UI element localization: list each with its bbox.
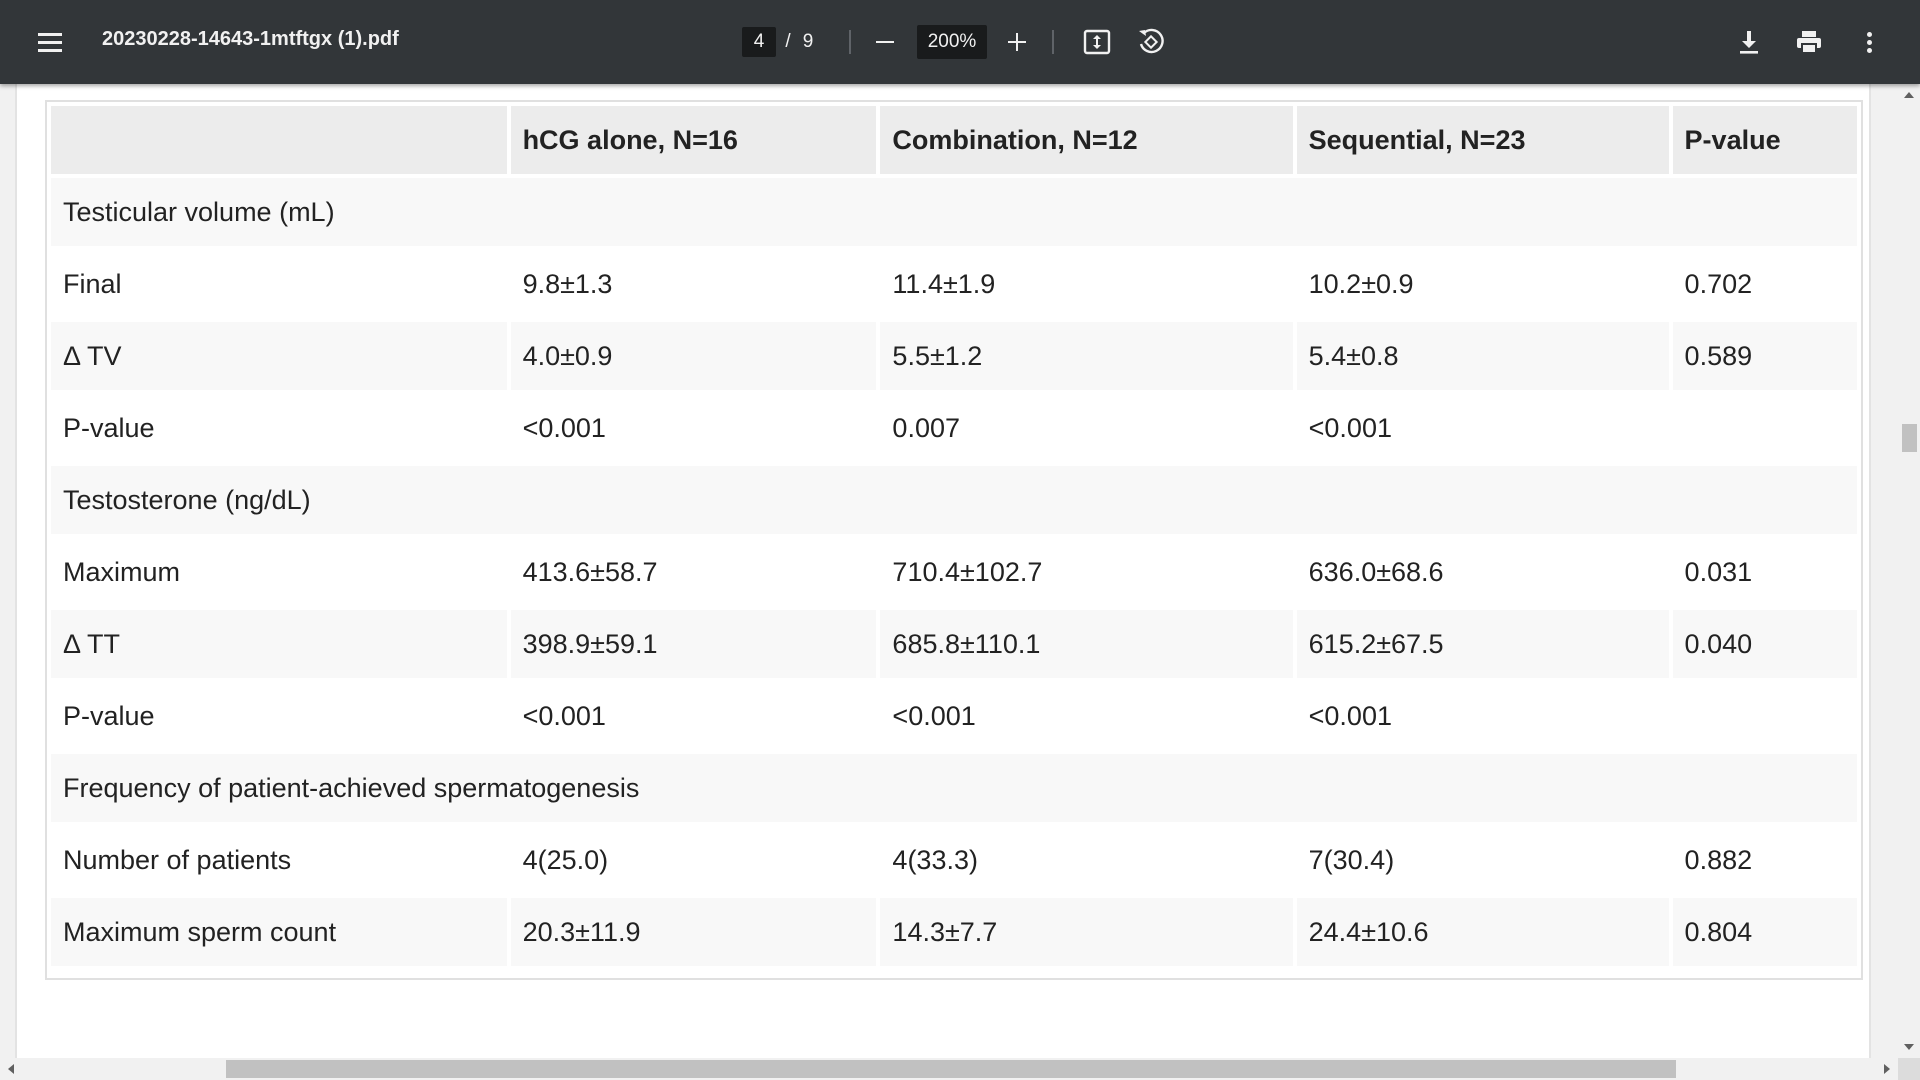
table-row: Maximum sperm count 20.3±11.9 14.3±7.7 2…: [51, 898, 1857, 966]
table-section-row: Testicular volume (mL): [51, 178, 1857, 246]
results-table: hCG alone, N=16 Combination, N=12 Sequen…: [47, 102, 1861, 970]
table-cell: 0.882: [1672, 826, 1857, 894]
pdf-page: hCG alone, N=16 Combination, N=12 Sequen…: [15, 84, 1871, 1058]
scroll-up-arrow-icon[interactable]: [1904, 92, 1914, 98]
table-cell: 4(25.0): [510, 826, 877, 894]
pdf-toolbar: 20230228-14643-1mtftgx (1).pdf 4 / 9 200…: [0, 0, 1920, 84]
rotate-icon[interactable]: [1133, 22, 1169, 62]
table-cell: 4(33.3): [880, 826, 1293, 894]
row-label: P-value: [51, 682, 507, 750]
table-cell: 5.5±1.2: [880, 322, 1293, 390]
document-title: 20230228-14643-1mtftgx (1).pdf: [102, 28, 399, 50]
row-label: Maximum sperm count: [51, 898, 507, 966]
header-cell: Sequential, N=23: [1296, 106, 1669, 174]
page-separator: /: [785, 31, 791, 52]
more-options-icon[interactable]: [1852, 22, 1886, 62]
horizontal-scrollbar[interactable]: [0, 1058, 1898, 1080]
table-cell: 0.007: [880, 394, 1293, 462]
header-cell: [51, 106, 507, 174]
toolbar-divider: [849, 30, 851, 54]
page-number-input[interactable]: 4: [742, 27, 776, 57]
scrollbar-corner: [1898, 1058, 1920, 1080]
header-cell: P-value: [1672, 106, 1857, 174]
table-cell: 11.4±1.9: [880, 250, 1293, 318]
table-row: P-value <0.001 0.007 <0.001: [51, 394, 1857, 462]
table-cell: 0.804: [1672, 898, 1857, 966]
row-label: Δ TV: [51, 322, 507, 390]
header-cell: Combination, N=12: [880, 106, 1293, 174]
menu-icon[interactable]: [30, 22, 70, 62]
vertical-scroll-thumb[interactable]: [1902, 424, 1917, 452]
row-label: Maximum: [51, 538, 507, 606]
table-cell: 615.2±67.5: [1296, 610, 1669, 678]
row-label: Final: [51, 250, 507, 318]
header-cell: hCG alone, N=16: [510, 106, 877, 174]
table-cell: 9.8±1.3: [510, 250, 877, 318]
section-label: Testosterone (ng/dL): [51, 466, 1857, 534]
toolbar-divider: [1052, 30, 1054, 54]
table-cell: 5.4±0.8: [1296, 322, 1669, 390]
scroll-left-arrow-icon[interactable]: [8, 1064, 14, 1074]
section-label: Frequency of patient-achieved spermatoge…: [51, 754, 1857, 822]
zoom-in-icon[interactable]: [1002, 22, 1032, 62]
table-row: Number of patients 4(25.0) 4(33.3) 7(30.…: [51, 826, 1857, 894]
row-label: Δ TT: [51, 610, 507, 678]
table-cell: 710.4±102.7: [880, 538, 1293, 606]
table-cell: <0.001: [1296, 682, 1669, 750]
download-icon[interactable]: [1732, 22, 1766, 62]
table-cell: 0.589: [1672, 322, 1857, 390]
table-cell: <0.001: [880, 682, 1293, 750]
zoom-level-input[interactable]: 200%: [917, 25, 987, 59]
print-icon[interactable]: [1792, 22, 1826, 62]
table-cell: 636.0±68.6: [1296, 538, 1669, 606]
table-cell: [1672, 682, 1857, 750]
table-cell: 10.2±0.9: [1296, 250, 1669, 318]
table-cell: [1672, 394, 1857, 462]
document-viewport[interactable]: hCG alone, N=16 Combination, N=12 Sequen…: [0, 84, 1898, 1058]
table-cell: 0.031: [1672, 538, 1857, 606]
results-table-container: hCG alone, N=16 Combination, N=12 Sequen…: [45, 100, 1863, 980]
table-row: Final 9.8±1.3 11.4±1.9 10.2±0.9 0.702: [51, 250, 1857, 318]
row-label: Number of patients: [51, 826, 507, 894]
table-row: Δ TT 398.9±59.1 685.8±110.1 615.2±67.5 0…: [51, 610, 1857, 678]
table-header-row: hCG alone, N=16 Combination, N=12 Sequen…: [51, 106, 1857, 174]
scroll-right-arrow-icon[interactable]: [1884, 1064, 1890, 1074]
table-section-row: Testosterone (ng/dL): [51, 466, 1857, 534]
table-row: P-value <0.001 <0.001 <0.001: [51, 682, 1857, 750]
table-section-row: Frequency of patient-achieved spermatoge…: [51, 754, 1857, 822]
table-cell: 4.0±0.9: [510, 322, 877, 390]
table-cell: 685.8±110.1: [880, 610, 1293, 678]
section-label: Testicular volume (mL): [51, 178, 1857, 246]
scroll-down-arrow-icon[interactable]: [1904, 1044, 1914, 1050]
table-cell: <0.001: [510, 394, 877, 462]
page-count: 9: [802, 31, 814, 52]
table-cell: 7(30.4): [1296, 826, 1669, 894]
table-cell: 20.3±11.9: [510, 898, 877, 966]
table-cell: <0.001: [1296, 394, 1669, 462]
fit-page-icon[interactable]: [1080, 22, 1114, 62]
table-row: Δ TV 4.0±0.9 5.5±1.2 5.4±0.8 0.589: [51, 322, 1857, 390]
table-cell: 0.040: [1672, 610, 1857, 678]
table-cell: 0.702: [1672, 250, 1857, 318]
table-cell: 398.9±59.1: [510, 610, 877, 678]
table-cell: <0.001: [510, 682, 877, 750]
table-cell: 24.4±10.6: [1296, 898, 1669, 966]
row-label: P-value: [51, 394, 507, 462]
horizontal-scroll-thumb[interactable]: [226, 1060, 1676, 1078]
table-row: Maximum 413.6±58.7 710.4±102.7 636.0±68.…: [51, 538, 1857, 606]
zoom-out-icon[interactable]: [870, 22, 900, 62]
table-cell: 14.3±7.7: [880, 898, 1293, 966]
vertical-scrollbar[interactable]: [1898, 84, 1920, 1058]
table-cell: 413.6±58.7: [510, 538, 877, 606]
